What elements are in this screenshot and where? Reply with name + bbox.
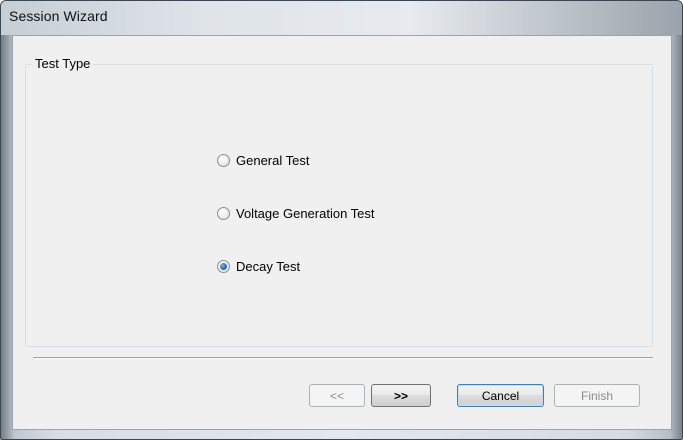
- previous-button[interactable]: <<: [309, 384, 365, 407]
- cancel-button[interactable]: Cancel: [457, 384, 544, 407]
- radio-label-voltage-generation-test: Voltage Generation Test: [236, 205, 375, 221]
- radio-label-decay-test: Decay Test: [236, 258, 301, 274]
- radio-decay-test[interactable]: Decay Test: [217, 257, 300, 275]
- radio-button-unchecked-icon[interactable]: [217, 153, 230, 167]
- radio-button-unchecked-icon[interactable]: [217, 206, 230, 220]
- session-wizard-window: Session Wizard Test Type General Test Vo…: [0, 0, 683, 440]
- radio-button-checked-icon[interactable]: [217, 259, 230, 273]
- button-separator: [33, 357, 653, 359]
- radio-general-test[interactable]: General Test: [217, 151, 309, 169]
- window-title: Session Wizard: [9, 8, 108, 24]
- radio-label-general-test: General Test: [236, 152, 310, 168]
- dialog-client-area: Test Type General Test Voltage Generatio…: [12, 35, 672, 430]
- test-type-legend: Test Type: [32, 56, 94, 71]
- finish-button[interactable]: Finish: [554, 384, 640, 407]
- radio-voltage-generation-test[interactable]: Voltage Generation Test: [217, 204, 375, 222]
- next-button[interactable]: >>: [371, 384, 431, 407]
- title-bar[interactable]: Session Wizard: [1, 1, 682, 35]
